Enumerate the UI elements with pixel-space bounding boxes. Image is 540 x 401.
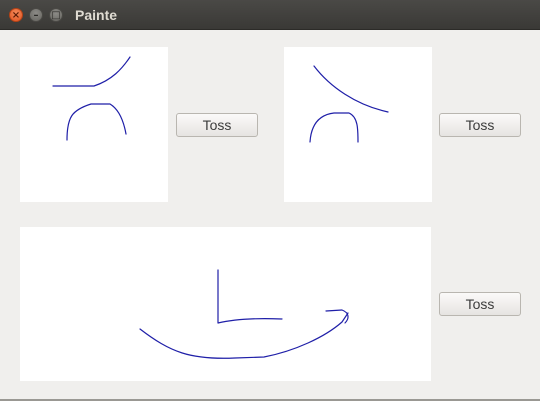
stroke-arch [66,103,127,141]
toss-button-top-left[interactable]: Toss [176,113,258,137]
stroke-l-shape [217,269,283,324]
drawing-canvas-bottom[interactable] [20,227,431,381]
toss-button-top-right[interactable]: Toss [439,113,521,137]
close-window-button[interactable]: × [9,8,23,22]
drawing-canvas-top-right[interactable] [284,47,432,202]
stroke-arch [309,112,359,143]
stroke-arrowhead [325,309,349,324]
drawing-canvas-top-left[interactable] [20,47,168,202]
canvas-drawing-top-left [52,56,131,141]
toss-button-bottom[interactable]: Toss [439,292,521,316]
stroke-diagonal-curve [313,65,389,113]
canvas-drawing-bottom [139,269,349,359]
app-window: × – □ Painte Toss Toss Toss [0,0,540,401]
title-bar[interactable]: × – □ Painte [0,0,540,30]
minimize-window-button[interactable]: – [29,8,43,22]
stroke-line-top [52,56,131,87]
window-title: Painte [75,7,118,23]
maximize-window-button[interactable]: □ [49,8,63,22]
canvas-drawing-top-right [309,65,389,143]
